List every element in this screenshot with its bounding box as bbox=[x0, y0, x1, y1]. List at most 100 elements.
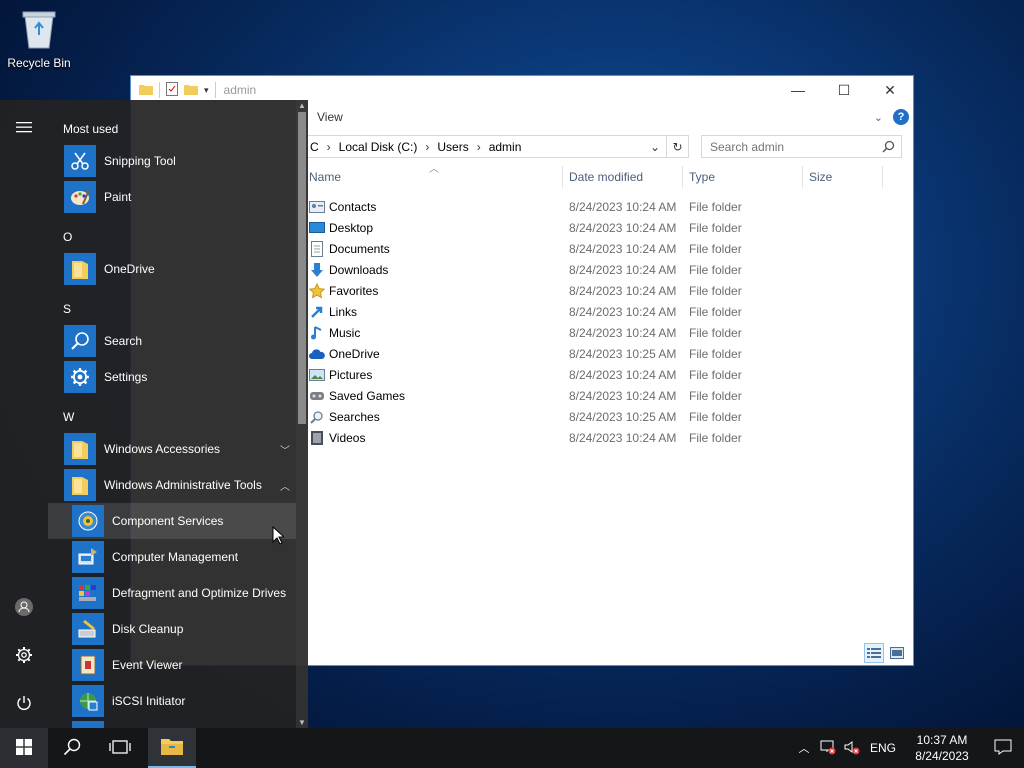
app-windows-administrative-tools[interactable]: Windows Administrative Tools ︿ bbox=[48, 467, 296, 503]
section-header-w[interactable]: W bbox=[63, 410, 74, 424]
file-date: 8/24/2023 10:24 AM bbox=[569, 262, 677, 277]
table-row[interactable]: Contacts 8/24/2023 10:24 AM File folder bbox=[309, 196, 913, 217]
app-search[interactable]: Search bbox=[48, 323, 296, 359]
file-name: OneDrive bbox=[329, 346, 380, 361]
search-box[interactable] bbox=[701, 135, 902, 158]
scroll-down-icon[interactable]: ▼ bbox=[296, 718, 308, 727]
app-onedrive[interactable]: OneDrive bbox=[48, 251, 296, 287]
file-type: File folder bbox=[689, 430, 742, 445]
table-row[interactable]: Links 8/24/2023 10:24 AM File folder bbox=[309, 301, 913, 322]
customize-qat-icon[interactable]: ▾ bbox=[204, 85, 209, 96]
gear-icon bbox=[64, 361, 96, 393]
table-row[interactable]: Pictures 8/24/2023 10:24 AM File folder bbox=[309, 364, 913, 385]
new-folder-icon[interactable] bbox=[184, 83, 198, 98]
address-bar[interactable]: C › Local Disk (C:) › Users › admin ⌄ bbox=[303, 135, 667, 158]
app-snipping-tool[interactable]: Snipping Tool bbox=[48, 143, 296, 179]
mouse-cursor-icon bbox=[272, 525, 286, 548]
properties-icon[interactable] bbox=[166, 81, 178, 99]
minimize-button[interactable]: — bbox=[775, 76, 821, 104]
app-computer-management[interactable]: Computer Management bbox=[48, 539, 296, 575]
table-row[interactable]: Music 8/24/2023 10:24 AM File folder bbox=[309, 322, 913, 343]
input-language-indicator[interactable]: ENG bbox=[870, 741, 896, 755]
show-hidden-icons-button[interactable]: ︿ bbox=[792, 728, 816, 768]
app-iscsi-initiator[interactable]: iSCSI Initiator bbox=[48, 683, 296, 719]
table-row[interactable]: Desktop 8/24/2023 10:24 AM File folder bbox=[309, 217, 913, 238]
app-settings[interactable]: Settings bbox=[48, 359, 296, 395]
column-date-modified[interactable]: Date modified bbox=[569, 170, 643, 184]
app-defragment-drives[interactable]: Defragment and Optimize Drives bbox=[48, 575, 296, 611]
refresh-button[interactable]: ↻ bbox=[667, 135, 689, 158]
window-title: admin bbox=[223, 83, 257, 97]
help-icon[interactable]: ? bbox=[893, 109, 909, 125]
desktop-icon bbox=[309, 220, 325, 236]
action-center-button[interactable] bbox=[982, 728, 1024, 768]
snipping-tool-icon bbox=[64, 145, 96, 177]
column-size[interactable]: Size bbox=[809, 170, 832, 184]
close-button[interactable]: ✕ bbox=[867, 76, 913, 104]
pictures-icon bbox=[309, 367, 325, 383]
file-name: Downloads bbox=[329, 262, 389, 277]
app-event-viewer[interactable]: Event Viewer bbox=[48, 647, 296, 683]
app-component-services[interactable]: Component Services bbox=[48, 503, 296, 539]
app-label: Windows Administrative Tools bbox=[104, 478, 262, 492]
file-type: File folder bbox=[689, 304, 742, 319]
app-paint[interactable]: Paint bbox=[48, 179, 296, 215]
file-type: File folder bbox=[689, 409, 742, 424]
favorites-icon bbox=[309, 282, 325, 299]
section-header-s[interactable]: S bbox=[63, 302, 71, 316]
network-status-button[interactable] bbox=[816, 728, 840, 768]
taskbar-file-explorer[interactable] bbox=[148, 728, 196, 768]
file-name: Links bbox=[329, 304, 358, 319]
search-input[interactable] bbox=[702, 136, 872, 157]
maximize-button[interactable]: ☐ bbox=[821, 76, 867, 104]
file-name: Saved Games bbox=[329, 388, 406, 403]
start-scrollbar[interactable]: ▲ ▼ bbox=[296, 100, 308, 728]
scroll-thumb[interactable] bbox=[298, 112, 306, 424]
clock[interactable]: 10:37 AM 8/24/2023 bbox=[902, 732, 982, 764]
hamburger-menu-button[interactable] bbox=[0, 108, 48, 148]
chevron-down-icon[interactable]: ⌄ bbox=[650, 140, 660, 154]
links-icon bbox=[309, 304, 325, 320]
user-account-button[interactable] bbox=[0, 588, 48, 628]
table-row[interactable]: Downloads 8/24/2023 10:24 AM File folder bbox=[309, 259, 913, 280]
column-name[interactable]: Name bbox=[309, 170, 341, 184]
computer-management-icon bbox=[72, 541, 104, 573]
file-type: File folder bbox=[689, 220, 742, 235]
volume-button[interactable] bbox=[840, 728, 864, 768]
table-row[interactable]: Searches 8/24/2023 10:25 AM File folder bbox=[309, 406, 913, 427]
address-segment-admin[interactable]: admin bbox=[489, 140, 522, 154]
large-icons-view-button[interactable] bbox=[887, 643, 907, 663]
recycle-bin-desktop-icon[interactable]: Recycle Bin bbox=[4, 6, 74, 70]
file-list: Contacts 8/24/2023 10:24 AM File folder … bbox=[309, 196, 913, 448]
app-windows-accessories[interactable]: Windows Accessories ﹀ bbox=[48, 431, 296, 467]
app-label: Settings bbox=[104, 370, 148, 384]
table-row[interactable]: Saved Games 8/24/2023 10:24 AM File fold… bbox=[309, 385, 913, 406]
paint-icon bbox=[64, 181, 96, 213]
windows-logo-icon bbox=[16, 738, 32, 758]
tab-view[interactable]: View bbox=[317, 110, 343, 124]
file-name: Searches bbox=[329, 409, 380, 424]
section-header-o[interactable]: O bbox=[63, 230, 72, 244]
address-segment-users[interactable]: Users bbox=[437, 140, 468, 154]
column-type[interactable]: Type bbox=[689, 170, 715, 184]
app-next-partial[interactable] bbox=[48, 719, 296, 728]
address-segment-local-disk[interactable]: Local Disk (C:) bbox=[339, 140, 418, 154]
table-row[interactable]: Videos 8/24/2023 10:24 AM File folder bbox=[309, 427, 913, 448]
expand-ribbon-icon[interactable]: ⌄ bbox=[874, 111, 883, 124]
taskbar-search-button[interactable] bbox=[48, 728, 96, 768]
file-name: Favorites bbox=[329, 283, 379, 298]
task-view-button[interactable] bbox=[96, 728, 144, 768]
clock-date: 8/24/2023 bbox=[915, 749, 969, 763]
address-segment-pc[interactable]: C bbox=[310, 140, 319, 154]
start-button[interactable] bbox=[0, 728, 48, 768]
power-button[interactable] bbox=[0, 684, 48, 724]
folder-icon bbox=[64, 469, 96, 501]
table-row[interactable]: OneDrive 8/24/2023 10:25 AM File folder bbox=[309, 343, 913, 364]
scroll-up-icon[interactable]: ▲ bbox=[296, 101, 308, 110]
table-row[interactable]: Documents 8/24/2023 10:24 AM File folder bbox=[309, 238, 913, 259]
app-disk-cleanup[interactable]: Disk Cleanup bbox=[48, 611, 296, 647]
settings-rail-button[interactable] bbox=[0, 636, 48, 676]
recycle-bin-icon bbox=[18, 6, 60, 52]
table-row[interactable]: Favorites 8/24/2023 10:24 AM File folder bbox=[309, 280, 913, 301]
details-view-button[interactable] bbox=[864, 643, 884, 663]
